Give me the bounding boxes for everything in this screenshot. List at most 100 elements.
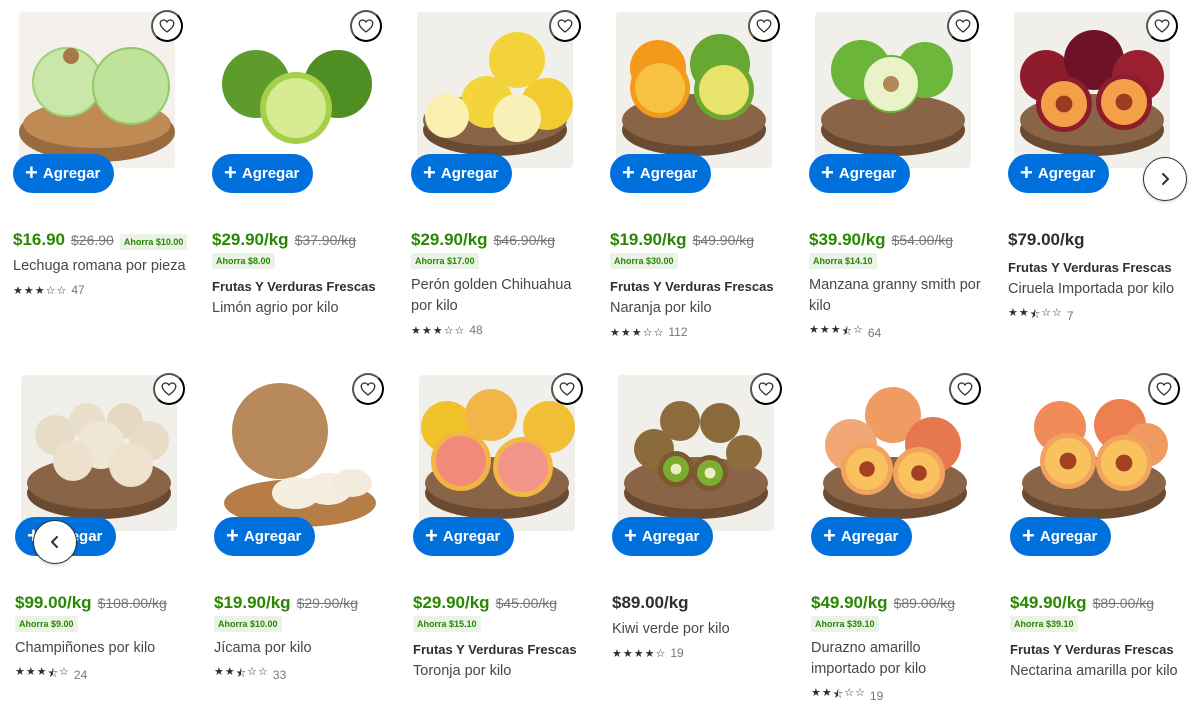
chevron-right-icon bbox=[1162, 173, 1169, 185]
favorite-button[interactable] bbox=[151, 10, 183, 42]
product-price: $29.90/kg bbox=[413, 593, 490, 612]
product-image[interactable] bbox=[419, 375, 575, 531]
add-to-cart-button[interactable]: +Agregar bbox=[411, 154, 513, 193]
product-name[interactable]: Jícama por kilo bbox=[214, 638, 390, 659]
product-name[interactable]: Champiñones por kilo bbox=[15, 638, 191, 659]
add-button-label: Agregar bbox=[840, 528, 899, 545]
favorite-button[interactable] bbox=[153, 373, 185, 405]
add-to-cart-button[interactable]: +Agregar bbox=[214, 517, 316, 556]
product-info: $16.90 $26.90 Ahorra $10.00 Lechuga romana … bbox=[13, 230, 189, 297]
star-icon: ☆ bbox=[844, 687, 855, 699]
product-image[interactable] bbox=[815, 12, 971, 168]
favorite-button[interactable] bbox=[748, 10, 780, 42]
plus-icon: + bbox=[624, 522, 637, 548]
add-to-cart-button[interactable]: +Agregar bbox=[13, 154, 115, 193]
product-name[interactable]: Lechuga romana por pieza bbox=[13, 256, 189, 277]
product-image[interactable] bbox=[417, 12, 573, 168]
product-rating: ★ ★ ⯪ ☆ ☆ 33 bbox=[214, 665, 390, 684]
review-count: 64 bbox=[867, 325, 882, 340]
star-icon: ☆ bbox=[855, 687, 865, 699]
star-icon: ★ bbox=[421, 324, 432, 337]
add-to-cart-button[interactable]: +Agregar bbox=[610, 154, 712, 193]
favorite-button[interactable] bbox=[350, 10, 382, 42]
product-price: $29.90/kg bbox=[212, 230, 289, 249]
favorite-button[interactable] bbox=[750, 373, 782, 405]
heart-icon bbox=[1156, 382, 1172, 396]
star-icon: ☆ bbox=[642, 326, 653, 339]
add-to-cart-button[interactable]: +Agregar bbox=[1010, 517, 1112, 556]
star-icon: ★ bbox=[411, 324, 421, 337]
product-brand: Frutas Y Verduras Frescas bbox=[413, 642, 577, 657]
product-info: $29.90/kg $45.00/kg Ahorra $15.10 Frutas Y … bbox=[413, 593, 589, 682]
product-name[interactable]: Kiwi verde por kilo bbox=[612, 619, 788, 640]
add-to-cart-button[interactable]: +Agregar bbox=[811, 517, 913, 556]
review-count: 24 bbox=[73, 667, 88, 682]
star-icon: ★ bbox=[612, 647, 622, 660]
product-info: $79.00/kg Frutas Y Verduras Frescas Ciruel… bbox=[1008, 230, 1184, 325]
favorite-button[interactable] bbox=[1148, 373, 1180, 405]
add-button-label: Agregar bbox=[241, 165, 300, 182]
star-icon: ☆ bbox=[258, 666, 268, 678]
star-icon: ★ bbox=[633, 647, 644, 660]
heart-icon bbox=[756, 19, 772, 33]
carousel-next-button[interactable] bbox=[1143, 157, 1187, 201]
product-price: $29.90/kg bbox=[411, 230, 488, 249]
star-icon: ☆ bbox=[56, 284, 67, 297]
product-image[interactable] bbox=[1016, 375, 1172, 531]
product-name[interactable]: Naranja por kilo bbox=[610, 298, 786, 319]
product-name[interactable]: Perón golden Chihuahua por kilo bbox=[411, 275, 587, 317]
favorite-button[interactable] bbox=[1146, 10, 1178, 42]
favorite-button[interactable] bbox=[352, 373, 384, 405]
product-image[interactable] bbox=[817, 375, 973, 531]
add-to-cart-button[interactable]: +Agregar bbox=[1008, 154, 1110, 193]
favorite-button[interactable] bbox=[549, 10, 581, 42]
star-icon: ☆ bbox=[853, 324, 863, 336]
add-button-label: Agregar bbox=[243, 528, 302, 545]
add-to-cart-button[interactable]: +Agregar bbox=[612, 517, 714, 556]
favorite-button[interactable] bbox=[947, 10, 979, 42]
product-image[interactable] bbox=[19, 12, 175, 168]
add-to-cart-button[interactable]: +Agregar bbox=[212, 154, 314, 193]
favorite-button[interactable] bbox=[551, 373, 583, 405]
lime-image bbox=[218, 12, 374, 168]
add-to-cart-button[interactable]: +Agregar bbox=[413, 517, 515, 556]
carousel-prev-button[interactable] bbox=[33, 520, 77, 564]
add-to-cart-button[interactable]: +Agregar bbox=[809, 154, 911, 193]
product-price: $19.90/kg bbox=[214, 593, 291, 612]
product-image[interactable] bbox=[220, 375, 376, 531]
product-was-price: $46.90/kg bbox=[493, 232, 556, 248]
star-icon: ⯪ bbox=[832, 689, 844, 701]
product-name[interactable]: Nectarina amarilla por kilo bbox=[1010, 661, 1186, 682]
product-rating: ★ ★ ★ ⯪ ☆ 24 bbox=[15, 665, 191, 684]
star-icon: ★ bbox=[1008, 307, 1018, 319]
product-name[interactable]: Manzana granny smith por kilo bbox=[809, 275, 985, 317]
golden-apple-image bbox=[417, 12, 573, 168]
product-rating: ★ ★ ★ ★ ☆ 19 bbox=[612, 646, 788, 660]
product-info: $29.90/kg $46.90/kg Ahorra $17.00 Perón gol… bbox=[411, 230, 587, 337]
product-image[interactable] bbox=[618, 375, 774, 531]
product-name[interactable]: Limón agrio por kilo bbox=[212, 298, 388, 319]
add-button-label: Agregar bbox=[639, 165, 698, 182]
product-brand: Frutas Y Verduras Frescas bbox=[1008, 260, 1172, 275]
product-info: $99.00/kg $108.00/kg Ahorra $9.00 Champiñon… bbox=[15, 593, 191, 684]
product-image[interactable] bbox=[1014, 12, 1170, 168]
jicama-image bbox=[220, 375, 376, 531]
product-image[interactable] bbox=[21, 375, 177, 531]
peach-image bbox=[817, 375, 973, 531]
product-was-price: $89.00/kg bbox=[1092, 595, 1155, 611]
star-icon: ★ bbox=[809, 324, 819, 336]
product-name[interactable]: Ciruela Importada por kilo bbox=[1008, 279, 1184, 300]
star-icon: ⯪ bbox=[235, 668, 247, 680]
heart-icon bbox=[161, 382, 177, 396]
product-rating: ★ ★ ★ ☆ ☆ 112 bbox=[610, 325, 786, 339]
favorite-button[interactable] bbox=[949, 373, 981, 405]
product-image[interactable] bbox=[218, 12, 374, 168]
star-icon: ★ bbox=[622, 647, 633, 660]
star-icon: ☆ bbox=[653, 326, 664, 339]
product-name[interactable]: Durazno amarillo importado por kilo bbox=[811, 638, 987, 680]
product-name[interactable]: Toronja por kilo bbox=[413, 661, 589, 682]
product-info: $19.90/kg $29.90/kg Ahorra $10.00 Jícama po… bbox=[214, 593, 390, 684]
plus-icon: + bbox=[1020, 159, 1033, 185]
product-image[interactable] bbox=[616, 12, 772, 168]
add-button-label: Agregar bbox=[440, 165, 499, 182]
